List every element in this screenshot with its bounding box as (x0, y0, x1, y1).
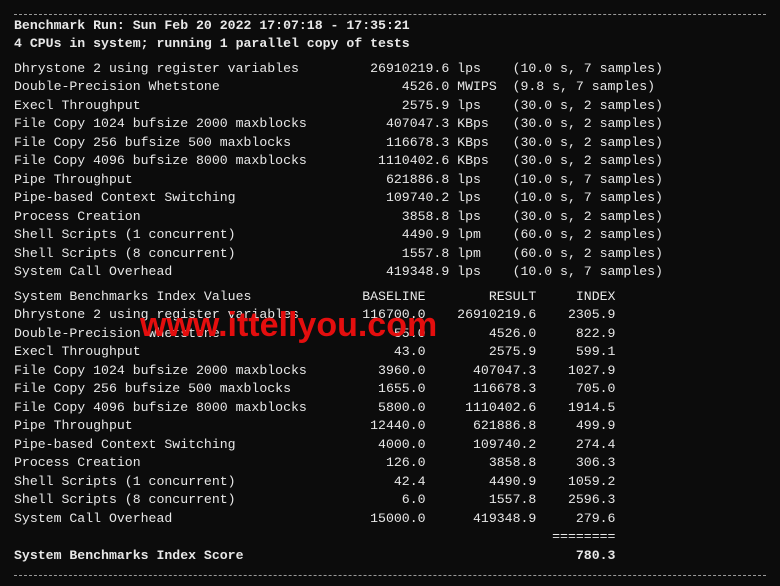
result-row: File Copy 1024 bufsize 2000 maxblocks 40… (14, 115, 766, 133)
index-score-row: System Benchmarks Index Score 780.3 (14, 547, 766, 565)
index-header-row: System Benchmarks Index Values BASELINE … (14, 288, 766, 306)
index-row: Double-Precision Whetstone 55.0 4526.0 8… (14, 325, 766, 343)
index-row: System Call Overhead 15000.0 419348.9 27… (14, 510, 766, 528)
index-row: Dhrystone 2 using register variables 116… (14, 306, 766, 324)
result-row: System Call Overhead 419348.9 lps (10.0 … (14, 263, 766, 281)
index-row: Execl Throughput 43.0 2575.9 599.1 (14, 343, 766, 361)
result-row: Shell Scripts (8 concurrent) 1557.8 lpm … (14, 245, 766, 263)
index-row: Shell Scripts (1 concurrent) 42.4 4490.9… (14, 473, 766, 491)
divider-bottom (14, 575, 766, 576)
index-row: Shell Scripts (8 concurrent) 6.0 1557.8 … (14, 491, 766, 509)
result-row: Process Creation 3858.8 lps (30.0 s, 2 s… (14, 208, 766, 226)
result-row: Dhrystone 2 using register variables 269… (14, 60, 766, 78)
index-row: Pipe-based Context Switching 4000.0 1097… (14, 436, 766, 454)
index-row: Pipe Throughput 12440.0 621886.8 499.9 (14, 417, 766, 435)
index-divider: ======== (14, 528, 766, 546)
result-row: File Copy 256 bufsize 500 maxblocks 1166… (14, 134, 766, 152)
result-row: Pipe Throughput 621886.8 lps (10.0 s, 7 … (14, 171, 766, 189)
index-row: File Copy 256 bufsize 500 maxblocks 1655… (14, 380, 766, 398)
divider-top (14, 14, 766, 15)
result-row: Execl Throughput 2575.9 lps (30.0 s, 2 s… (14, 97, 766, 115)
index-row: Process Creation 126.0 3858.8 306.3 (14, 454, 766, 472)
index-table: Dhrystone 2 using register variables 116… (14, 306, 766, 528)
result-row: Pipe-based Context Switching 109740.2 lp… (14, 189, 766, 207)
cpu-info-line: 4 CPUs in system; running 1 parallel cop… (14, 35, 766, 53)
result-row: Shell Scripts (1 concurrent) 4490.9 lpm … (14, 226, 766, 244)
results-table: Dhrystone 2 using register variables 269… (14, 60, 766, 282)
index-row: File Copy 1024 bufsize 2000 maxblocks 39… (14, 362, 766, 380)
index-row: File Copy 4096 bufsize 8000 maxblocks 58… (14, 399, 766, 417)
benchmark-run-line: Benchmark Run: Sun Feb 20 2022 17:07:18 … (14, 17, 766, 35)
result-row: File Copy 4096 bufsize 8000 maxblocks 11… (14, 152, 766, 170)
result-row: Double-Precision Whetstone 4526.0 MWIPS … (14, 78, 766, 96)
